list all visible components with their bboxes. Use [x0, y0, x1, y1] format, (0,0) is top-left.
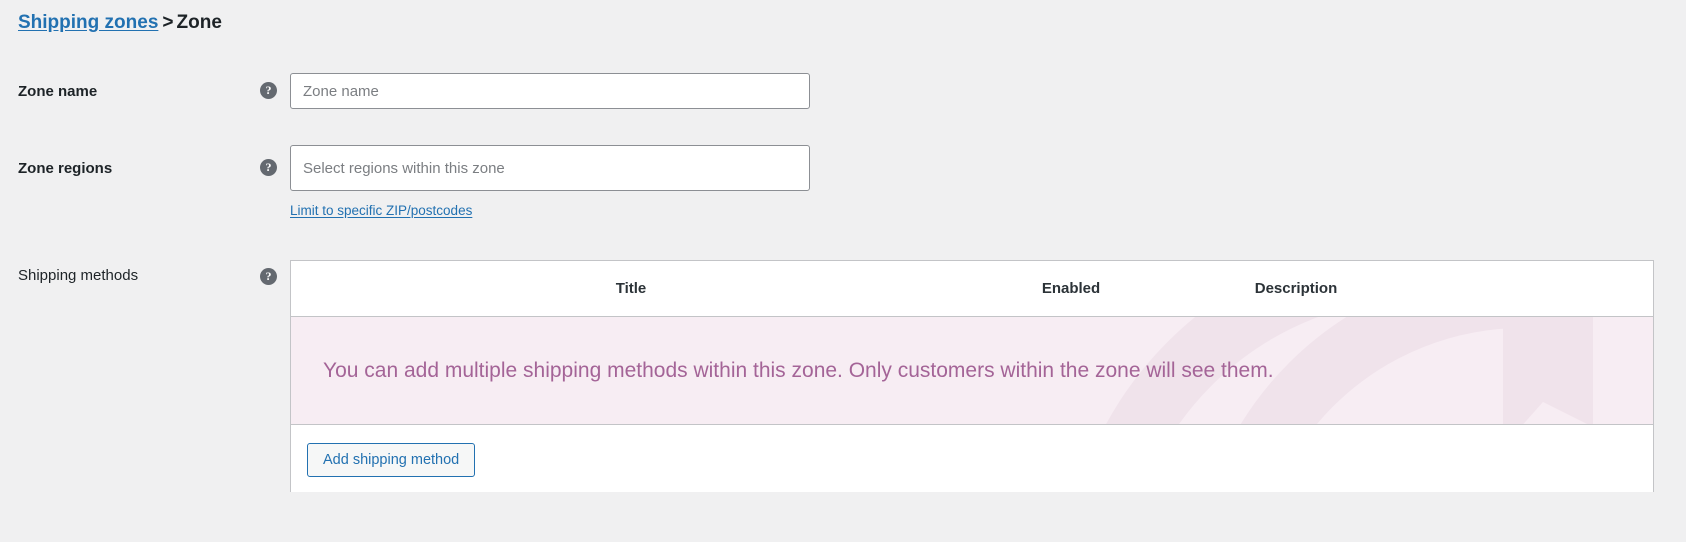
zone-regions-label: Zone regions — [18, 160, 113, 177]
zone-name-placeholder: Zone name — [303, 82, 379, 100]
zone-regions-select[interactable]: Select regions within this zone — [290, 145, 810, 191]
column-header-description: Description — [1254, 280, 1338, 297]
empty-methods-notice-row: You can add multiple shipping methods wi… — [291, 317, 1653, 425]
breadcrumb-link-shipping-zones[interactable]: Shipping zones — [18, 12, 158, 33]
zone-name-input[interactable]: Zone name — [290, 73, 810, 109]
help-question-icon[interactable]: ? — [260, 159, 277, 176]
shipping-methods-table: Title Enabled Description You can add mu… — [290, 260, 1654, 492]
column-header-enabled: Enabled — [1041, 280, 1101, 297]
zone-name-label: Zone name — [18, 83, 98, 100]
add-shipping-method-button[interactable]: Add shipping method — [307, 443, 476, 477]
help-question-icon[interactable]: ? — [260, 268, 277, 285]
table-footer-row: Add shipping method — [291, 425, 1653, 492]
zone-regions-placeholder: Select regions within this zone — [303, 159, 505, 177]
table-header-row: Title Enabled Description — [291, 261, 1653, 317]
breadcrumb-separator: > — [162, 12, 174, 33]
column-header-title: Title — [615, 280, 647, 297]
form-row-zone-name: Zone name ? Zone name — [0, 60, 1686, 137]
limit-to-postcodes-link[interactable]: Limit to specific ZIP/postcodes — [290, 202, 472, 220]
form-row-zone-regions: Zone regions ? Select regions within thi… — [0, 137, 1686, 255]
empty-methods-notice-text: You can add multiple shipping methods wi… — [323, 358, 1274, 382]
breadcrumb-current-zone: Zone — [176, 12, 222, 33]
shipping-methods-label: Shipping methods — [18, 267, 139, 284]
help-question-icon[interactable]: ? — [260, 82, 277, 99]
breadcrumb: Shipping zones > Zone — [18, 9, 222, 37]
